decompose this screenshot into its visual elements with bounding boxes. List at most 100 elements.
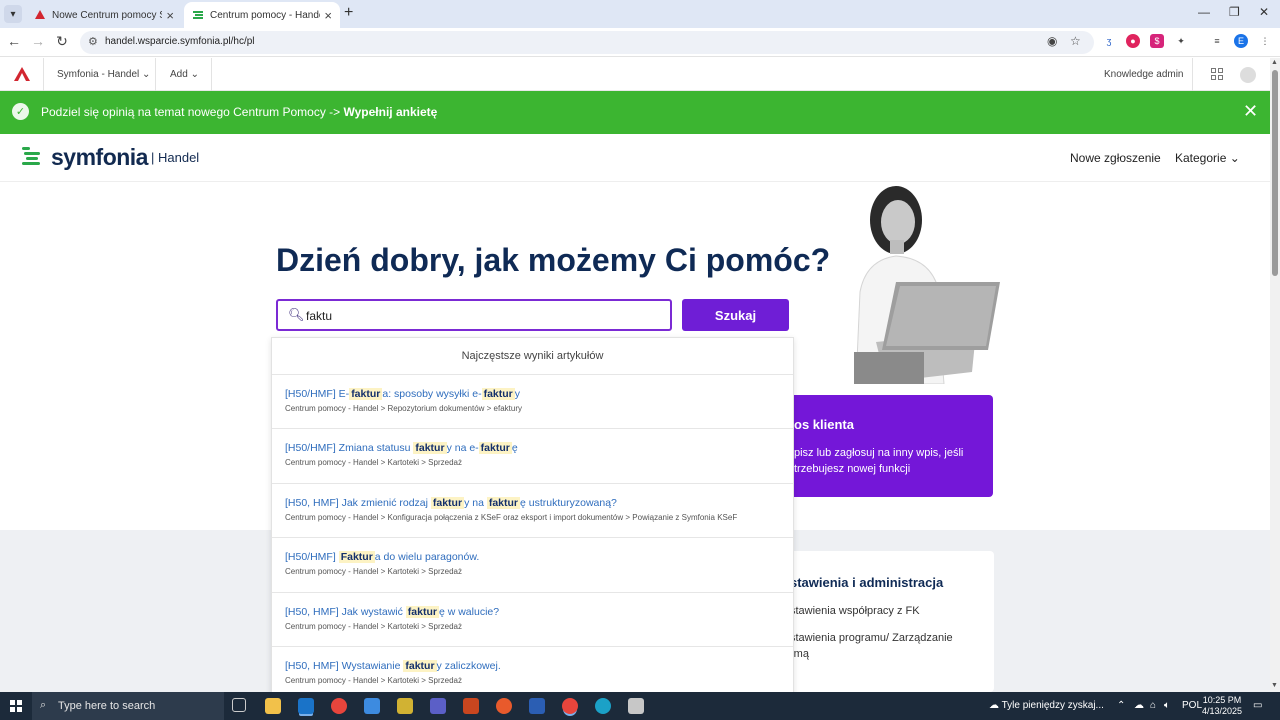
powerpoint-icon[interactable] xyxy=(463,698,479,714)
search-result-item[interactable]: [H50/HMF] Zmiana statusu faktur y na e-fa… xyxy=(272,429,793,484)
browser-tab[interactable]: Nowe Centrum pomocy Symfonia × xyxy=(26,2,182,28)
search-suggestions-dropdown: Najczęstsze wyniki artykułów [H50/HMF] E… xyxy=(271,337,794,697)
search-result-item[interactable]: [H50, HMF] Wystawianie faktur y zaliczkow… xyxy=(272,647,793,696)
result-title-part: a do wielu paragonów. xyxy=(374,551,480,564)
edge-icon[interactable] xyxy=(595,698,611,714)
divider xyxy=(43,58,44,91)
close-tab-icon[interactable]: × xyxy=(324,8,332,23)
categories-label: Kategorie xyxy=(1175,151,1227,165)
customer-voice-card[interactable]: os klienta pisz lub zagłosuj na inny wpi… xyxy=(770,395,993,497)
result-title[interactable]: [H50/HMF] E-faktur a: sposoby wysyłki e-f… xyxy=(285,388,793,400)
onedrive-icon[interactable]: ☁ xyxy=(1134,700,1144,711)
new-ticket-link[interactable]: Nowe zgłoszenie xyxy=(1070,151,1161,165)
close-icon[interactable]: ✕ xyxy=(1243,101,1258,122)
browser-tab-active[interactable]: Centrum pomocy - Handel × xyxy=(184,2,340,28)
dropdown-heading: Najczęstsze wyniki artykułów xyxy=(272,338,793,375)
card-title[interactable]: stawienia i administracja xyxy=(790,575,943,590)
close-window-icon[interactable]: ✕ xyxy=(1259,5,1269,19)
app-icon[interactable] xyxy=(364,698,380,714)
word-icon[interactable] xyxy=(529,698,545,714)
tab-title: Nowe Centrum pomocy Symfonia xyxy=(52,9,162,21)
task-view-icon[interactable] xyxy=(232,698,246,712)
search-result-item[interactable]: [H50, HMF] Jak wystawić faktur ę w waluci… xyxy=(272,593,793,647)
language-indicator[interactable]: POL xyxy=(1182,700,1202,711)
card-title: os klienta xyxy=(794,417,854,432)
result-breadcrumb: Centrum pomocy - Handel > Kartoteki > Sp… xyxy=(285,567,462,577)
file-explorer-icon[interactable] xyxy=(265,698,281,714)
card-link[interactable]: stawienia programu/ Zarządzanie xyxy=(790,632,953,644)
extensions-puzzle-icon[interactable]: ✦ xyxy=(1174,34,1188,48)
brand-menu[interactable]: Symfonia - Handel ⌄ xyxy=(57,69,150,80)
taskbar-clock[interactable]: 10:25 PM 4/13/2025 xyxy=(1202,695,1242,717)
chrome-icon[interactable] xyxy=(331,698,347,714)
result-title-part: [H50/HMF] xyxy=(285,551,339,564)
result-title[interactable]: [H50/HMF] Zmiana statusu faktur y na e-fa… xyxy=(285,442,793,455)
extension-icon[interactable]: $ xyxy=(1150,34,1164,48)
search-button[interactable]: Szukaj xyxy=(682,299,789,331)
result-title[interactable]: [H50/HMF] Faktur a do wielu paragonów. xyxy=(285,551,793,564)
restore-icon[interactable]: ❐ xyxy=(1229,5,1240,19)
search-result-item[interactable]: [H50/HMF] E-faktur a: sposoby wysyłki e-f… xyxy=(272,375,793,430)
close-tab-icon[interactable]: × xyxy=(166,8,174,23)
categories-menu[interactable]: Kategorie ⌄ xyxy=(1175,151,1240,165)
teams-icon[interactable] xyxy=(430,698,446,714)
extension-icon[interactable]: ● xyxy=(1126,34,1140,48)
minimize-icon[interactable]: — xyxy=(1198,5,1210,19)
symfonia-favicon-icon xyxy=(35,10,45,19)
url-text[interactable]: handel.wsparcie.symfonia.pl/hc/pl xyxy=(105,36,255,47)
scroll-up-icon[interactable]: ▲ xyxy=(1271,59,1278,66)
site-info-icon[interactable]: ⚙ xyxy=(88,35,98,48)
scrollbar-thumb[interactable] xyxy=(1272,70,1278,276)
profile-avatar[interactable]: E xyxy=(1234,34,1248,48)
forward-icon[interactable]: → xyxy=(29,33,47,49)
add-menu[interactable]: Add ⌄ xyxy=(170,69,199,80)
banner-message: Podziel się opinią na temat nowego Centr… xyxy=(41,105,437,119)
eye-off-icon[interactable]: ◉ xyxy=(1047,34,1057,48)
chrome-icon[interactable] xyxy=(562,698,578,714)
search-result-item[interactable]: [H50, HMF] Jak zmienić rodzaj faktur y na… xyxy=(272,484,793,539)
result-title[interactable]: [H50, HMF] Jak wystawić faktur ę w waluci… xyxy=(285,605,793,618)
search-input[interactable] xyxy=(306,307,656,325)
card-link[interactable]: stawienia współpracy z FK xyxy=(790,605,920,617)
windows-start-icon[interactable] xyxy=(10,700,22,712)
network-icon[interactable]: ⌂ xyxy=(1150,700,1156,711)
media-icon[interactable]: ≡ xyxy=(1210,34,1224,48)
result-title-part: [H50, HMF] Wystawianie xyxy=(285,659,404,672)
bookmark-star-icon[interactable]: ☆ xyxy=(1070,34,1081,48)
app-icon[interactable] xyxy=(628,698,644,714)
notifications-icon[interactable]: ▭ xyxy=(1253,700,1262,711)
result-title[interactable]: [H50, HMF] Jak zmienić rodzaj faktur y na… xyxy=(285,496,793,509)
symfonia-logo-icon[interactable] xyxy=(14,67,30,81)
apps-grid-icon[interactable] xyxy=(1211,68,1223,80)
reload-icon[interactable]: ↻ xyxy=(53,33,71,50)
menu-kebab-icon[interactable]: ⋮ xyxy=(1258,34,1272,48)
search-box[interactable]: 🔍︎ xyxy=(276,299,672,331)
brand-subtitle: | Handel xyxy=(151,150,200,165)
scroll-down-icon[interactable]: ▼ xyxy=(1271,682,1278,689)
result-breadcrumb: Centrum pomocy - Handel > Konfiguracja p… xyxy=(285,512,738,522)
tray-chevron-icon[interactable]: ⌃ xyxy=(1117,700,1125,711)
extension-icon[interactable]: ʒ xyxy=(1102,34,1116,48)
result-title[interactable]: [H50, HMF] Wystawianie faktur y zaliczkow… xyxy=(285,659,793,672)
result-breadcrumb: Centrum pomocy - Handel > Kartoteki > Sp… xyxy=(285,621,462,631)
survey-link[interactable]: Wypełnij ankietę xyxy=(344,105,438,119)
new-tab-button[interactable]: + xyxy=(344,4,353,22)
result-breadcrumb: Centrum pomocy - Handel > Kartoteki > Sp… xyxy=(285,675,462,685)
page-scrollbar[interactable]: ▲ ▼ xyxy=(1270,58,1280,692)
address-bar[interactable]: ⚙ handel.wsparcie.symfonia.pl/hc/pl ◉ ☆ xyxy=(80,31,1094,54)
app-icon[interactable] xyxy=(496,698,512,714)
result-title-part: ę xyxy=(511,442,518,455)
search-result-item[interactable]: [H50/HMF] Faktur a do wielu paragonów. Cen… xyxy=(272,538,793,593)
back-icon[interactable]: ← xyxy=(5,33,23,49)
tab-list-button[interactable]: ▾ xyxy=(4,5,22,23)
weather-widget[interactable]: ☁ Tyle pieniędzy zyskaj... xyxy=(989,700,1104,711)
brand-menu-label: Symfonia - Handel xyxy=(57,69,140,80)
knowledge-admin-link[interactable]: Knowledge admin xyxy=(1104,69,1184,80)
symfonia-brand-icon[interactable] xyxy=(22,146,42,168)
taskbar-search[interactable]: ⌕ Type here to search xyxy=(32,692,224,720)
volume-icon[interactable]: 🔈︎ xyxy=(1164,700,1170,711)
app-icon[interactable] xyxy=(397,698,413,714)
outlook-icon[interactable] xyxy=(298,698,314,714)
user-avatar[interactable] xyxy=(1240,67,1256,83)
brand-name[interactable]: symfonia xyxy=(51,144,148,171)
